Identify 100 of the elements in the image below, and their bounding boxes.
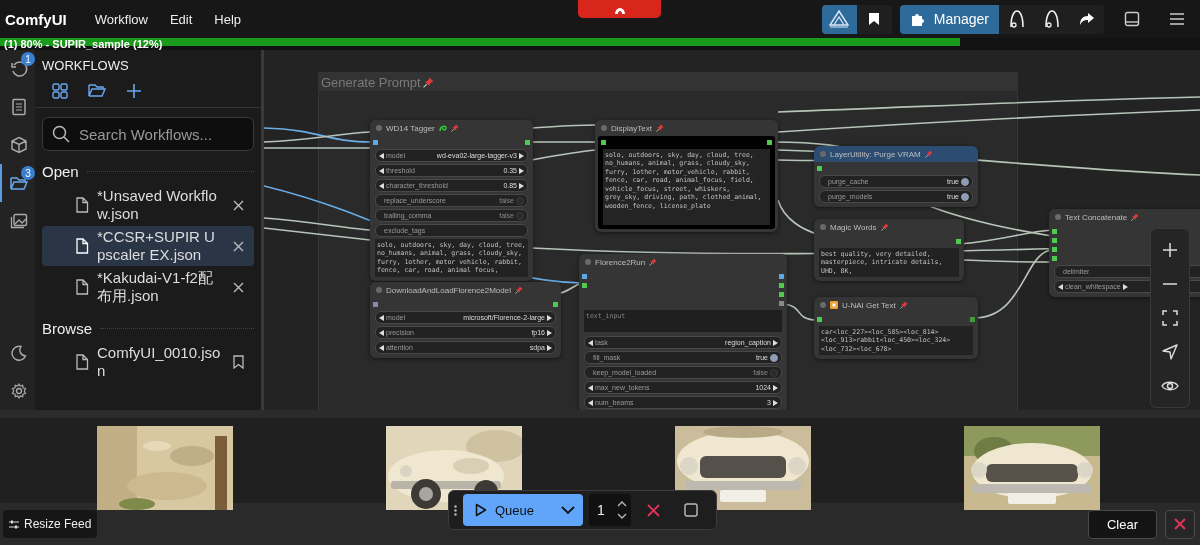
node-header[interactable]: WD14 Tagger	[370, 120, 533, 136]
new-workflow-button[interactable]	[126, 83, 142, 99]
input-port[interactable]	[817, 317, 822, 322]
file-list-entry[interactable]: *Kakudai-V1-f2配布用.json	[42, 267, 254, 307]
status-dot-icon	[820, 302, 826, 308]
node-card[interactable]	[595, 120, 778, 232]
node-header[interactable]: Text Concatenate	[1049, 209, 1200, 225]
input-port[interactable]	[373, 140, 378, 145]
swirl-icon	[438, 124, 447, 132]
queue-button[interactable]: Queue	[463, 494, 583, 526]
share-icon	[1078, 12, 1095, 26]
workflow-name: *CCSR+SUPIR Upscaler EX.json	[97, 228, 216, 264]
menu-item[interactable]: Help	[204, 7, 254, 31]
node-title: Florence2Run	[595, 257, 646, 267]
status-dot-icon	[585, 259, 591, 265]
section-title: Browse	[42, 320, 93, 337]
grid-button[interactable]	[52, 83, 68, 99]
clear-button[interactable]: Clear	[1088, 509, 1157, 539]
node-title: Text Concatenate	[1065, 212, 1128, 222]
right-arrow-icon	[519, 152, 524, 159]
left-arrow-icon	[379, 314, 384, 321]
pin-icon	[880, 223, 889, 231]
up-chevron-icon[interactable]	[617, 501, 627, 507]
count-badge: 3	[21, 166, 35, 180]
node-title: U-NAI Get Text	[842, 300, 896, 310]
input-port[interactable]	[1052, 256, 1057, 261]
batch-count-field[interactable]: 1	[589, 494, 631, 526]
left-arrow-icon	[379, 167, 384, 174]
cube-icon	[9, 136, 28, 154]
input-port[interactable]	[582, 283, 587, 288]
close-icon	[233, 199, 244, 211]
pin-icon	[655, 124, 664, 132]
navigation-icon	[1162, 344, 1178, 360]
file-icon	[75, 354, 89, 370]
frame-icon	[1162, 310, 1178, 326]
close-icon	[1174, 518, 1186, 530]
workflow-name: *Unsaved Workflow.json	[97, 187, 218, 223]
eye-icon	[1161, 380, 1179, 392]
menu-item[interactable]: Edit	[159, 7, 205, 31]
plus-icon	[126, 83, 142, 99]
puzzle-icon	[909, 11, 926, 27]
node-card[interactable]	[370, 120, 533, 281]
file-list-entry[interactable]: ComfyUI_0010.json	[42, 342, 254, 382]
input-port[interactable]	[1052, 238, 1057, 243]
node-header[interactable]: DisplayText	[595, 120, 778, 136]
status-dot-icon	[376, 125, 382, 131]
menu-item[interactable]: Workflow	[84, 7, 160, 31]
collapse-tab[interactable]	[578, 0, 662, 18]
input-port[interactable]	[1052, 247, 1057, 252]
status-dot-icon	[376, 287, 382, 293]
input-port[interactable]	[817, 166, 822, 171]
file-icon	[75, 279, 89, 295]
right-arrow-icon	[773, 399, 778, 406]
workflow-name: *Kakudai-V1-f2配布用.json	[97, 269, 214, 305]
pin-icon	[422, 76, 434, 88]
left-arrow-icon	[379, 329, 384, 336]
node-header[interactable]: U-NAI Get Text	[814, 297, 978, 313]
input-port[interactable]	[601, 140, 606, 145]
close-icon	[233, 240, 244, 252]
pin-icon	[924, 150, 933, 158]
node-header[interactable]: LayerUtility: Purge VRAM	[814, 146, 978, 162]
mountain-icon	[829, 10, 850, 28]
panel-icon	[1123, 11, 1140, 27]
down-chevron-icon[interactable]	[617, 513, 627, 519]
wire	[531, 149, 597, 161]
left-arrow-icon	[379, 344, 384, 351]
minus-icon	[1162, 282, 1178, 286]
pin-icon	[899, 301, 908, 309]
right-arrow-icon	[547, 344, 552, 351]
search-field[interactable]: Search Workflows...	[42, 117, 254, 151]
open-folder-button[interactable]	[88, 83, 106, 99]
section-title: Open	[42, 163, 79, 180]
node-header[interactable]: DownloadAndLoadFlorence2Model	[370, 282, 561, 298]
grid-icon	[52, 83, 68, 99]
status-dot-icon	[1055, 214, 1061, 220]
manager-button[interactable]: Manager	[899, 4, 999, 34]
square-icon	[830, 301, 838, 309]
node-header[interactable]: Florence2Run	[579, 254, 787, 270]
panel-title: WORKFLOWS	[41, 57, 130, 73]
resize-feed-button[interactable]: Resize Feed	[3, 510, 98, 538]
node-title: DownloadAndLoadFlorence2Model	[386, 285, 511, 295]
right-arrow-icon	[519, 167, 524, 174]
wire	[531, 124, 597, 129]
input-port[interactable]	[373, 302, 378, 307]
input-port[interactable]	[582, 274, 587, 279]
left-arrow-icon	[379, 152, 384, 159]
file-list-entry[interactable]: *CCSR+SUPIR Upscaler EX.json	[42, 226, 254, 266]
right-arrow-icon	[773, 384, 778, 391]
logo-button[interactable]	[821, 4, 857, 34]
right-arrow-icon	[1122, 283, 1128, 290]
right-arrow-icon	[773, 339, 778, 346]
pin-icon	[515, 286, 523, 294]
node-header[interactable]: Magic Words	[814, 219, 964, 235]
app-title: ComfyUI	[5, 10, 67, 28]
workflow-name: ComfyUI_0010.json	[97, 344, 221, 380]
folder-icon	[9, 175, 28, 191]
input-port[interactable]	[1052, 229, 1057, 234]
file-list-entry[interactable]: *Unsaved Workflow.json	[42, 185, 254, 225]
queue-tab[interactable]: 1	[0, 50, 35, 88]
play-icon	[475, 503, 487, 517]
